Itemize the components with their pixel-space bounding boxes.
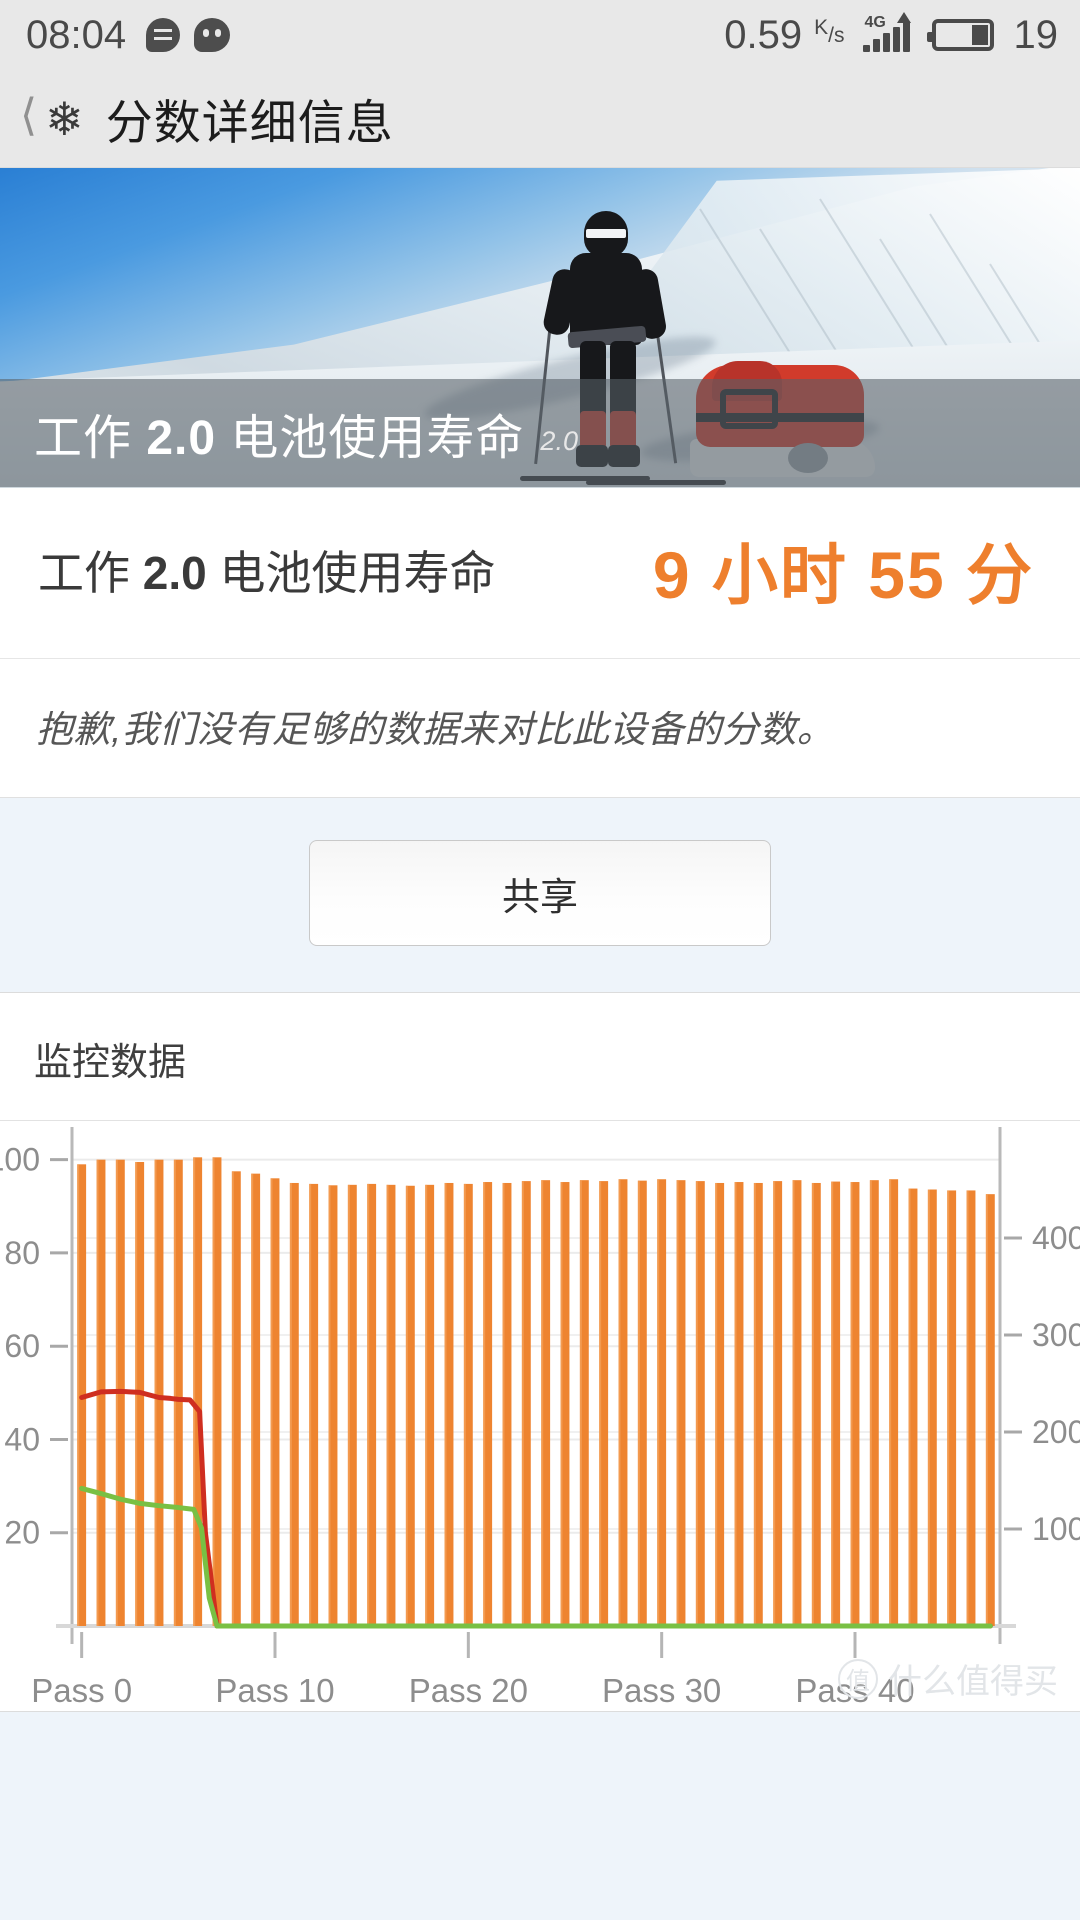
status-notification-icons xyxy=(146,18,231,52)
hero-title-pre: 工作 xyxy=(34,412,147,465)
svg-text:Pass 0: Pass 0 xyxy=(31,1672,132,1709)
ghost-badge-icon xyxy=(194,18,231,52)
hero-banner: 工作 2.0 电池使用寿命 2.0 xyxy=(0,168,1080,488)
monitor-title: 监控数据 xyxy=(0,993,1080,1121)
hero-title-post: 电池使用寿命 xyxy=(216,412,525,465)
svg-text:40: 40 xyxy=(4,1421,40,1457)
hero-title: 工作 2.0 电池使用寿命 xyxy=(34,398,524,468)
comparison-note-row: 抱歉,我们没有足够的数据来对比此设备的分数。 xyxy=(0,658,1080,797)
battery-icon xyxy=(926,19,994,51)
network-speed-unit-num: K xyxy=(814,15,829,39)
comparison-note: 抱歉,我们没有足够的数据来对比此设备的分数。 xyxy=(36,709,835,750)
share-zone: 共享 xyxy=(0,798,1080,992)
network-type-label: 4G xyxy=(864,14,886,31)
app-screen: 08:04 0.59 K/s 4G 19 ⟨ ❄ 分数详细信息 工作 2.0 电… xyxy=(0,0,1080,1920)
signal-strength-icon: 4G xyxy=(862,12,911,52)
back-chevron-icon[interactable]: ⟨ xyxy=(14,93,43,144)
page-title: 分数详细信息 xyxy=(105,96,394,149)
score-value: 9 小时 55 分 xyxy=(652,538,1034,612)
status-clock: 08:04 xyxy=(26,12,127,57)
network-speed-value: 0.59 xyxy=(724,12,803,57)
monitor-chart[interactable]: 20 40 60 80 100 1000 2000 3000 4000 Pass 0 Pass 10… xyxy=(0,1121,1080,1711)
score-label-post: 电池使用寿命 xyxy=(206,547,496,599)
monitor-card: 监控数据 20 40 60 80 100 1000 2000 3000 4000 Pass 0 Pa… xyxy=(0,992,1080,1712)
monitor-chart-svg: 20 40 60 80 100 1000 2000 3000 4000 Pass 0 Pass 10… xyxy=(0,1127,1080,1709)
svg-text:80: 80 xyxy=(4,1235,40,1271)
svg-text:Pass 40: Pass 40 xyxy=(795,1672,914,1709)
network-speed-unit: K/s xyxy=(814,15,845,47)
chat-badge-icon xyxy=(146,18,181,52)
svg-text:20: 20 xyxy=(4,1515,40,1551)
hero-version-label: 2.0 xyxy=(540,425,578,456)
title-bar: ⟨ ❄ 分数详细信息 xyxy=(0,70,1080,168)
svg-text:4000: 4000 xyxy=(1032,1220,1080,1256)
signal-arrow-icon xyxy=(896,12,911,23)
share-button[interactable]: 共享 xyxy=(309,840,771,946)
svg-text:1000: 1000 xyxy=(1032,1511,1080,1547)
svg-text:100: 100 xyxy=(0,1142,40,1178)
svg-text:Pass 30: Pass 30 xyxy=(602,1672,721,1709)
svg-text:60: 60 xyxy=(4,1328,40,1364)
status-right-cluster: 0.59 K/s 4G 19 xyxy=(724,12,1059,58)
hero-title-version: 2.0 xyxy=(146,412,217,465)
svg-text:2000: 2000 xyxy=(1032,1414,1080,1450)
svg-text:Pass 10: Pass 10 xyxy=(215,1672,334,1709)
score-label-pre: 工作 xyxy=(38,547,143,599)
score-row: 工作 2.0 电池使用寿命 9 小时 55 分 xyxy=(0,488,1080,658)
hero-overlay: 工作 2.0 电池使用寿命 2.0 xyxy=(0,379,1080,487)
score-label: 工作 2.0 电池使用寿命 xyxy=(38,537,496,603)
score-label-version: 2.0 xyxy=(142,547,207,599)
score-card: 工作 2.0 电池使用寿命 9 小时 55 分 抱歉,我们没有足够的数据来对比此… xyxy=(0,488,1080,798)
network-speed-unit-den: s xyxy=(834,23,845,47)
status-bar: 08:04 0.59 K/s 4G 19 xyxy=(0,0,1080,70)
svg-text:3000: 3000 xyxy=(1032,1317,1080,1353)
battery-percent-label: 19 xyxy=(1013,12,1059,57)
snowflake-icon: ❄ xyxy=(45,92,84,145)
svg-text:Pass 20: Pass 20 xyxy=(409,1672,528,1709)
